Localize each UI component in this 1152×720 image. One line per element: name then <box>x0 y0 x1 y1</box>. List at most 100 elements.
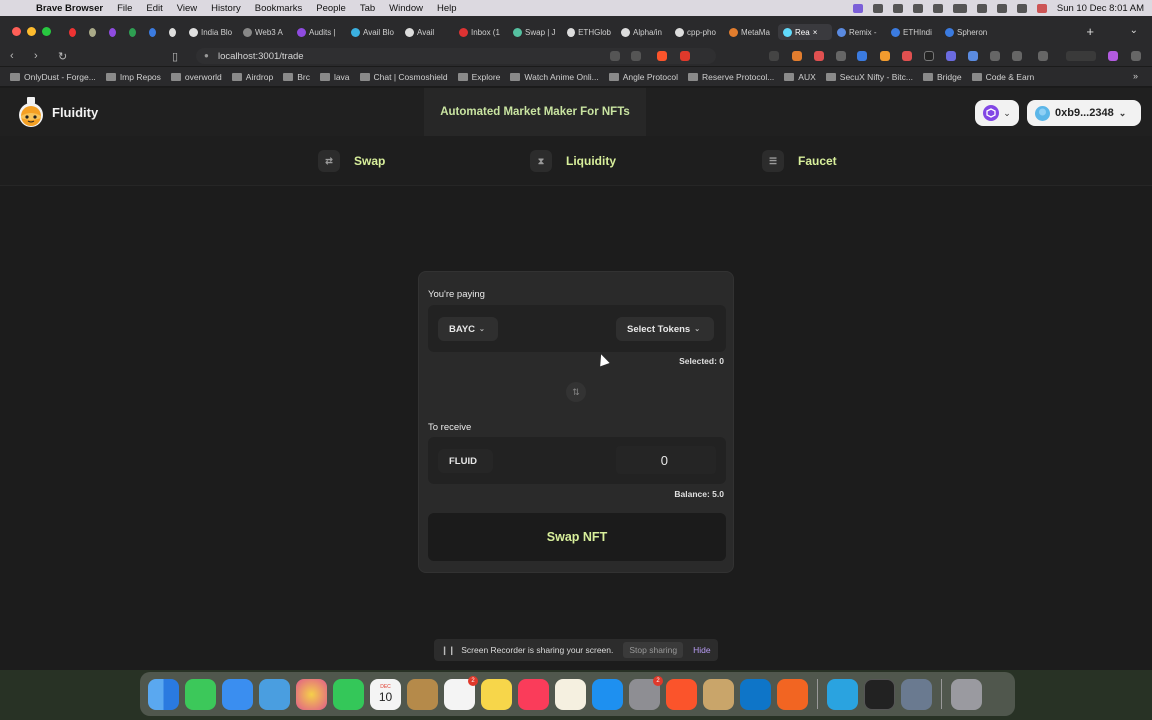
bookmark-item[interactable]: OnlyDust - Forge... <box>10 72 96 82</box>
menu-help[interactable]: Help <box>437 3 457 14</box>
browser-tab[interactable]: Web3 A <box>238 24 292 40</box>
preview-icon[interactable] <box>259 678 290 710</box>
close-tab-icon[interactable]: × <box>813 28 818 37</box>
network-selector-button[interactable]: ⌄ <box>975 100 1019 126</box>
browser-tab[interactable]: ETHGlob <box>562 24 616 40</box>
spotlight-icon[interactable] <box>996 3 1007 13</box>
bookmark-item[interactable]: overworld <box>170 72 222 82</box>
browser-tab[interactable] <box>64 24 84 40</box>
browser-tab[interactable] <box>124 24 144 40</box>
terminal-icon[interactable] <box>864 678 895 710</box>
hide-button[interactable]: Hide <box>693 645 710 655</box>
share-icon[interactable] <box>631 51 641 61</box>
wifi-icon[interactable] <box>976 3 987 13</box>
messages-icon[interactable] <box>185 678 216 710</box>
browser-tab[interactable]: ETHIndi <box>886 24 940 40</box>
vscode-icon[interactable] <box>740 678 771 710</box>
cast-icon[interactable] <box>610 51 620 61</box>
telegram-icon[interactable] <box>827 678 858 710</box>
bookmark-item[interactable]: Bridge <box>923 72 962 82</box>
menu-bookmarks[interactable]: Bookmarks <box>255 3 303 14</box>
browser-tab[interactable]: Avail <box>400 24 454 40</box>
control-center-icon[interactable] <box>1016 3 1027 13</box>
app-store-icon[interactable] <box>592 678 623 710</box>
metamask-icon[interactable] <box>792 51 802 61</box>
swap-nft-button[interactable]: Swap NFT <box>428 513 726 561</box>
swap-direction-button[interactable]: ⇅ <box>566 382 586 402</box>
browser-tab[interactable]: Remix - <box>832 24 886 40</box>
minimize-window-button[interactable] <box>27 26 36 36</box>
nav-faucet[interactable]: ☰ Faucet <box>762 150 837 172</box>
leo-ai-icon[interactable] <box>1108 51 1118 61</box>
browser-tab[interactable]: cpp-pho <box>670 24 724 40</box>
clock[interactable]: Sun 10 Dec 8:01 AM <box>1057 3 1144 14</box>
extension-icon[interactable] <box>769 51 779 61</box>
microphone-icon[interactable] <box>872 3 883 13</box>
nav-swap[interactable]: ⇄ Swap <box>318 150 385 172</box>
select-tokens-button[interactable]: Select Tokens ⌄ <box>616 317 714 341</box>
bookmark-item[interactable]: Brc <box>283 72 310 82</box>
menu-history[interactable]: History <box>211 3 241 14</box>
menu-window[interactable]: Window <box>389 3 423 14</box>
bookmark-item[interactable]: Explore <box>457 72 500 82</box>
menu-people[interactable]: People <box>316 3 346 14</box>
mail-icon[interactable] <box>222 678 253 710</box>
system-settings-icon[interactable]: 2 <box>629 675 663 710</box>
browser-tab[interactable] <box>104 24 124 40</box>
back-icon[interactable]: ‹ <box>10 50 24 62</box>
bookmark-item[interactable]: Airdrop <box>231 72 273 82</box>
music-icon[interactable] <box>518 678 549 710</box>
play-icon[interactable] <box>932 3 943 13</box>
browser-tab[interactable]: India Blo <box>184 24 238 40</box>
calendar-icon[interactable]: DEC 10 <box>370 678 401 710</box>
bookmark-item[interactable]: Chat | Cosmoshield <box>359 72 448 82</box>
browser-tab[interactable]: MetaMa <box>724 24 778 40</box>
extension-icon[interactable] <box>880 51 890 61</box>
browser-tab[interactable] <box>84 24 104 40</box>
notes-folder-icon[interactable] <box>407 678 438 710</box>
browser-tab[interactable]: Audits | <box>292 24 346 40</box>
bookmark-item[interactable]: AUX <box>784 72 816 82</box>
menu-view[interactable]: View <box>177 3 197 14</box>
stop-sharing-button[interactable]: Stop sharing <box>623 642 684 658</box>
menu-file[interactable]: File <box>117 3 132 14</box>
bookmark-item[interactable]: Code & Earn <box>971 72 1034 82</box>
bookmark-item[interactable]: lava <box>319 72 350 82</box>
browser-tab[interactable]: Alpha/in <box>616 24 670 40</box>
photos-icon[interactable] <box>296 678 327 710</box>
zoom-window-button[interactable] <box>42 26 51 36</box>
freeform-icon[interactable] <box>555 678 586 710</box>
bookmark-item[interactable]: Watch Anime Onli... <box>510 72 599 82</box>
finder-icon[interactable] <box>148 678 179 710</box>
account-button[interactable]: 0xb9...2348 ⌄ <box>1027 100 1141 126</box>
brave-browser-icon[interactable] <box>666 678 697 710</box>
menu-icon[interactable] <box>1131 51 1141 61</box>
postman-icon[interactable] <box>777 678 808 710</box>
facetime-icon[interactable] <box>333 678 364 710</box>
menu-edit[interactable]: Edit <box>146 3 162 14</box>
extension-icon[interactable] <box>857 51 867 61</box>
browser-tab[interactable] <box>144 24 164 40</box>
new-tab-button[interactable]: + <box>1086 24 1094 39</box>
browser-tab[interactable]: Spheron <box>940 24 994 40</box>
more-bookmarks-icon[interactable]: » <box>1133 71 1138 81</box>
screen-record-icon[interactable] <box>852 3 863 13</box>
bookmark-item[interactable]: SecuX Nifty - Bitc... <box>825 72 913 82</box>
browser-tab[interactable]: Inbox (1 <box>454 24 508 40</box>
account-icon[interactable] <box>912 3 923 13</box>
reload-icon[interactable]: ↻ <box>58 50 72 63</box>
pay-token-selector[interactable]: BAYC ⌄ <box>438 317 498 341</box>
vpn-button[interactable] <box>1066 51 1096 61</box>
brave-rewards-icon[interactable] <box>680 51 690 61</box>
reminders-icon[interactable]: 2 <box>444 675 478 710</box>
extension-icon[interactable] <box>814 51 824 61</box>
menu-tab[interactable]: Tab <box>360 3 375 14</box>
extension-icon[interactable] <box>836 51 846 61</box>
extension-icon[interactable] <box>968 51 978 61</box>
sidebar-icon[interactable] <box>1012 51 1022 61</box>
wallet-icon[interactable] <box>1038 51 1048 61</box>
trash-icon[interactable] <box>951 678 982 710</box>
bookmark-icon[interactable]: ▯ <box>172 50 186 63</box>
browser-tab[interactable] <box>164 24 184 40</box>
tab-list-chevron-icon[interactable]: ⌄ <box>1130 25 1138 36</box>
